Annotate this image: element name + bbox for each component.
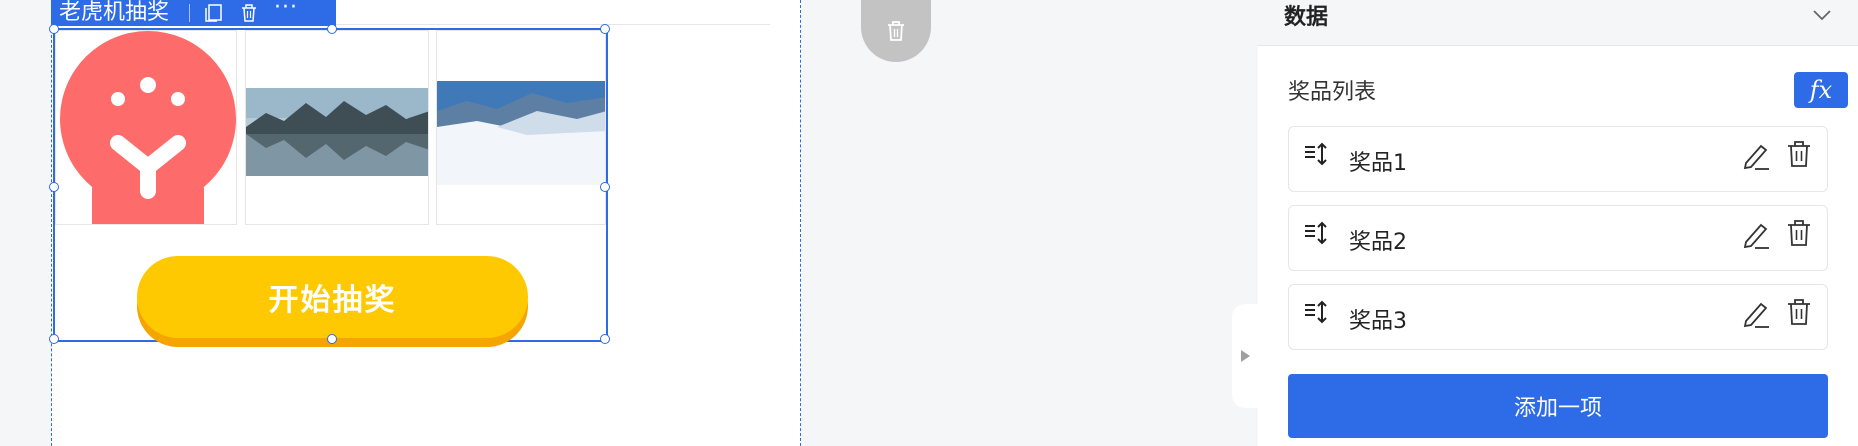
trash-icon[interactable] — [1785, 139, 1813, 169]
lake-mountain-image — [246, 88, 428, 176]
prize-cell-1 — [55, 30, 237, 225]
resize-handle-top-right[interactable] — [600, 24, 610, 34]
resize-handle-left[interactable] — [49, 182, 59, 192]
data-section-header[interactable]: 数据 — [1258, 0, 1858, 46]
list-item[interactable]: 奖品1 — [1288, 126, 1828, 192]
prize-cell-2 — [245, 30, 429, 225]
add-item-button[interactable]: 添加一项 — [1288, 374, 1828, 438]
slot-machine-component[interactable]: 开始抽奖 — [49, 24, 610, 344]
snow-mountain-image — [437, 81, 605, 185]
list-item[interactable]: 奖品3 — [1288, 284, 1828, 350]
floating-delete-button[interactable] — [861, 0, 931, 62]
more-icon[interactable]: ··· — [274, 0, 298, 20]
toolbar-divider — [189, 4, 191, 22]
panel-collapse-toggle[interactable] — [1232, 304, 1258, 408]
edit-icon[interactable] — [1741, 220, 1771, 250]
section-title: 数据 — [1284, 4, 1329, 30]
list-item[interactable]: 奖品2 — [1288, 205, 1828, 271]
start-draw-button[interactable]: 开始抽奖 — [137, 256, 528, 338]
list-item-label: 奖品3 — [1349, 309, 1407, 334]
delete-icon[interactable] — [238, 2, 260, 24]
trash-icon[interactable] — [1785, 218, 1813, 248]
component-toolbar: 老虎机抽奖 ··· — [51, 0, 336, 26]
edit-icon[interactable] — [1741, 141, 1771, 171]
copy-icon[interactable] — [202, 2, 224, 24]
component-title: 老虎机抽奖 — [59, 0, 170, 25]
caret-right-icon — [1241, 350, 1250, 362]
properties-panel: 数据 奖品列表 fx 奖品1 奖品2 奖品3 添加一项 — [1258, 0, 1858, 446]
chevron-down-icon[interactable] — [1812, 9, 1832, 21]
resize-handle-top[interactable] — [327, 24, 337, 34]
drag-sort-icon[interactable] — [1303, 141, 1329, 167]
list-item-label: 奖品1 — [1349, 151, 1407, 176]
resize-handle-bottom-right[interactable] — [600, 334, 610, 344]
prize-cell-3 — [436, 30, 606, 225]
trash-icon — [888, 21, 904, 41]
drag-sort-icon[interactable] — [1303, 299, 1329, 325]
fx-button[interactable]: fx — [1794, 72, 1848, 108]
prize-list-label: 奖品列表 — [1288, 80, 1377, 105]
prize-list-header: 奖品列表 fx — [1288, 72, 1848, 108]
edit-icon[interactable] — [1741, 299, 1771, 329]
drag-sort-icon[interactable] — [1303, 220, 1329, 246]
resize-handle-right[interactable] — [600, 182, 610, 192]
trash-icon[interactable] — [1785, 297, 1813, 327]
resize-handle-bottom[interactable] — [327, 334, 337, 344]
resize-handle-bottom-left[interactable] — [49, 334, 59, 344]
resize-handle-top-left[interactable] — [49, 24, 59, 34]
list-item-label: 奖品2 — [1349, 230, 1407, 255]
logo-image — [60, 31, 236, 224]
